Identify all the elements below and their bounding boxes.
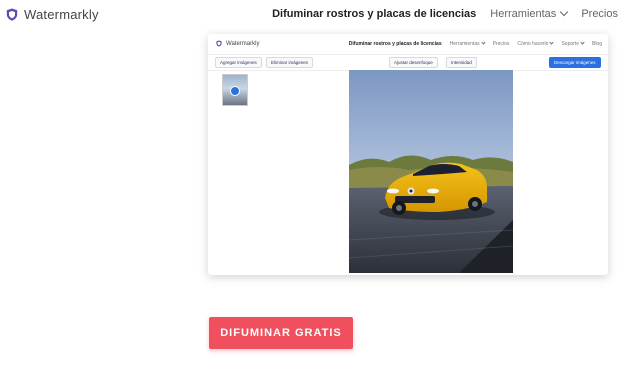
top-navigation-bar: Watermarkly Difuminar rostros y placas d… (0, 0, 630, 28)
preview-nav-blog: Blog (591, 41, 602, 47)
preview-nav-how-to-label: Cómo hacerlo (517, 41, 549, 47)
blur-free-button[interactable]: DIFUMINAR GRATIS (209, 317, 353, 349)
car-photo-illustration (349, 70, 513, 273)
intensity-button: Intensidad (446, 57, 477, 68)
chevron-down-icon (580, 40, 585, 45)
preview-nav-how-to: Cómo hacerlo (517, 40, 555, 47)
car-photo (349, 70, 513, 273)
preview-nav-blur-faces: Difuminar rostros y placas de licencias (348, 41, 442, 47)
preview-nav-pricing: Precios (492, 41, 510, 47)
nav-pricing[interactable]: Precios (581, 8, 618, 20)
brand-name: Watermarkly (24, 7, 99, 22)
nav-tools[interactable]: Herramientas (490, 7, 569, 20)
nav-tools-label: Herramientas (490, 8, 557, 20)
chevron-down-icon (549, 40, 555, 45)
preview-brand-logo: Watermarkly (216, 40, 259, 47)
shield-logo-icon (6, 8, 18, 21)
preview-nav-tools-label: Herramientas (449, 41, 480, 47)
shield-logo-icon (216, 40, 222, 47)
chevron-down-icon (481, 40, 486, 45)
brand-logo[interactable]: Watermarkly (6, 7, 99, 22)
preview-brand-name: Watermarkly (226, 40, 260, 47)
main-nav: Difuminar rostros y placas de licencias … (272, 7, 618, 20)
chevron-down-icon (560, 7, 569, 17)
download-images-button: Descargar imágenes (549, 57, 601, 68)
preview-navigation-bar: Watermarkly Difuminar rostros y placas d… (208, 34, 608, 55)
checkmark-icon (230, 86, 240, 96)
nav-blur-faces[interactable]: Difuminar rostros y placas de licencias (272, 8, 476, 20)
preview-toolbar: Agregar imágenes Eliminar imágenes Ajust… (208, 54, 608, 71)
preview-nav-links: Difuminar rostros y placas de licencias … (348, 40, 602, 47)
preview-nav-tools: Herramientas (449, 40, 486, 47)
preview-nav-support-label: Soporte (561, 41, 579, 47)
adjust-blur-button: Ajustar desenfoque (389, 57, 438, 68)
image-thumbnail (222, 74, 248, 106)
preview-nav-support: Soporte (561, 40, 585, 47)
app-preview-screenshot: Watermarkly Difuminar rostros y placas d… (208, 34, 608, 275)
add-images-button: Agregar imágenes (215, 57, 262, 68)
remove-images-button: Eliminar imágenes (266, 57, 314, 68)
